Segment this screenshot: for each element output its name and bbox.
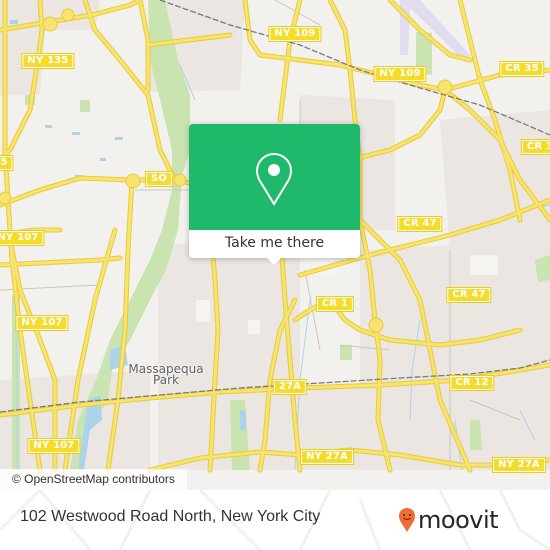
route-shield-cr47: CR 47 [397, 216, 443, 232]
route-shield-ny109: NY 109 [268, 26, 322, 42]
route-shield-ny109: NY 109 [373, 66, 427, 82]
route-shield-ny107: NY 107 [0, 230, 45, 246]
place-label-massapequa-park: Massapequa Park [128, 363, 203, 387]
destination-address: 102 Westwood Road North, New York City [20, 508, 321, 525]
route-shield-ny27a: NY 27A [492, 457, 546, 473]
route-shield-ny107: NY 107 [15, 315, 69, 331]
route-shield-cr1: CR 1 [315, 296, 355, 312]
route-shield-ny135: NY 135 [21, 53, 75, 69]
route-shield-cr35: CR 35 [499, 61, 545, 77]
popup-header[interactable] [189, 124, 360, 230]
airport [400, 0, 470, 75]
place-label-line: Park [153, 373, 179, 387]
route-shield-cr12: CR 12 [449, 375, 495, 391]
route-shield-ny135: 5 [0, 155, 14, 171]
map-attribution[interactable]: © OpenStreetMap contributors [0, 469, 187, 490]
route-shield-ny27a: 27A [272, 379, 308, 395]
route-shield-cr47: CR 47 [446, 287, 492, 303]
moovit-wordmark: moovit [418, 506, 499, 534]
map[interactable]: NY 109 NY 109 NY 135 CR 35 CR 3 5 SO CR … [0, 0, 550, 490]
take-me-there-button[interactable]: Take me there [189, 230, 360, 258]
moovit-smiley-pin-icon [399, 508, 415, 532]
popup-pointer [266, 257, 282, 265]
route-shield-ny107: NY 107 [27, 438, 81, 454]
destination-popup[interactable]: Take me there [189, 124, 360, 265]
footer: 102 Westwood Road North, New York City m… [0, 490, 550, 550]
route-shield-ny27a: NY 27A [300, 449, 354, 465]
route-shield-so: SO [144, 171, 174, 187]
location-pin-icon [255, 152, 293, 206]
route-shield-cr35: CR 3 [520, 139, 550, 155]
moovit-logo[interactable]: moovit [398, 502, 499, 538]
